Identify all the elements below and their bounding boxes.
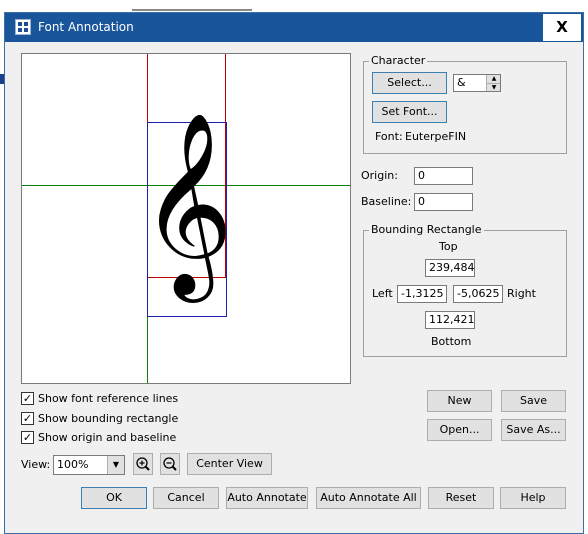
baseline-label: Baseline:	[361, 195, 412, 208]
close-icon: X	[556, 18, 568, 36]
top-field[interactable]: 239,484375	[425, 259, 475, 277]
window-title: Font Annotation	[38, 20, 134, 34]
show-origin-baseline-label[interactable]: Show origin and baseline	[38, 431, 176, 445]
show-bounding-rect-checkbox[interactable]: ✓	[21, 412, 34, 425]
spinner-buttons[interactable]: ▲ ▼	[486, 75, 500, 91]
set-font-button[interactable]: Set Font...	[372, 101, 447, 123]
top-label: Top	[439, 240, 458, 253]
zoom-in-icon	[136, 457, 150, 471]
cancel-button[interactable]: Cancel	[153, 487, 219, 509]
app-icon	[15, 19, 31, 35]
baseline-field[interactable]: 0	[414, 193, 473, 211]
zoom-out-button[interactable]	[160, 453, 180, 475]
new-button[interactable]: New	[427, 390, 492, 412]
zoom-combobox[interactable]: 100% ▼	[53, 455, 125, 475]
left-label: Left	[372, 287, 393, 300]
right-label: Right	[507, 287, 536, 300]
reset-button[interactable]: Reset	[428, 487, 494, 509]
spin-down-icon[interactable]: ▼	[487, 83, 500, 91]
background-strip	[0, 0, 588, 12]
view-label: View:	[21, 458, 51, 471]
center-view-button[interactable]: Center View	[187, 453, 272, 475]
zoom-in-button[interactable]	[133, 453, 153, 475]
left-field[interactable]: -1,3125	[397, 285, 447, 303]
save-button[interactable]: Save	[501, 390, 566, 412]
origin-field[interactable]: 0	[414, 167, 473, 185]
character-value: &	[457, 76, 466, 89]
open-button[interactable]: Open...	[427, 419, 492, 441]
auto-annotate-all-button[interactable]: Auto Annotate All	[316, 487, 421, 509]
font-label: Font:	[375, 130, 403, 143]
chevron-down-icon[interactable]: ▼	[107, 456, 124, 474]
close-button[interactable]: X	[543, 14, 581, 41]
help-button[interactable]: Help	[500, 487, 566, 509]
save-as-button[interactable]: Save As...	[501, 419, 566, 441]
bounding-group-label: Bounding Rectangle	[369, 223, 484, 236]
character-group-label: Character	[369, 54, 428, 67]
character-spinner[interactable]: & ▲ ▼	[453, 74, 501, 92]
show-bounding-rect-label[interactable]: Show bounding rectangle	[38, 412, 178, 426]
background-divider	[132, 9, 252, 11]
show-reference-lines-checkbox[interactable]: ✓	[21, 392, 34, 405]
origin-label: Origin:	[361, 169, 398, 182]
treble-clef-glyph: 𝄞	[140, 111, 234, 295]
zoom-out-icon	[163, 457, 177, 471]
bottom-field[interactable]: 112,421875	[425, 311, 475, 329]
glyph-canvas[interactable]: 𝄞	[21, 53, 351, 384]
show-reference-lines-label[interactable]: Show font reference lines	[38, 392, 178, 406]
auto-annotate-button[interactable]: Auto Annotate	[226, 487, 308, 509]
bottom-label: Bottom	[431, 335, 472, 348]
zoom-value: 100%	[57, 458, 89, 471]
ok-button[interactable]: OK	[81, 487, 147, 509]
show-origin-baseline-checkbox[interactable]: ✓	[21, 431, 34, 444]
right-field[interactable]: -5,0625	[453, 285, 503, 303]
select-button[interactable]: Select...	[372, 72, 447, 94]
font-name: EuterpeFIN	[405, 130, 467, 143]
